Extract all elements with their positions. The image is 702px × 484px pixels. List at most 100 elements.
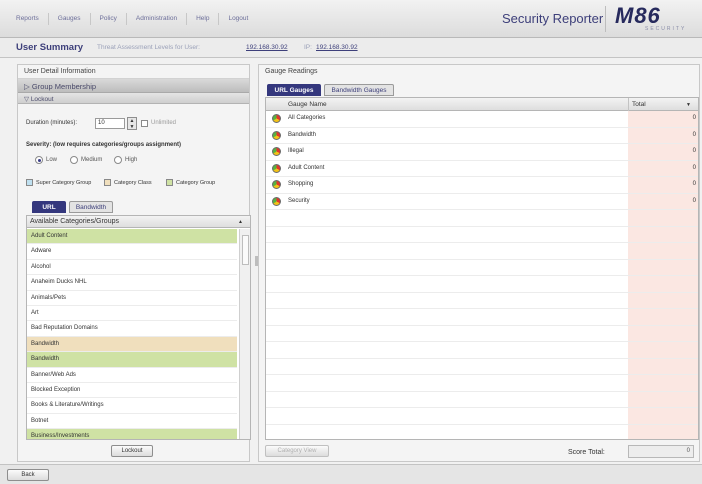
categories-header-label: Available Categories/Groups <box>30 218 119 225</box>
severity-high-radio[interactable] <box>114 156 122 164</box>
unlimited-checkbox[interactable] <box>141 120 148 127</box>
nav-reports[interactable]: Reports <box>10 12 45 25</box>
lockout-bar[interactable]: ▽ Lockout <box>18 93 249 104</box>
ip-label: IP: <box>304 44 312 51</box>
sort-down-icon[interactable]: ▼ <box>686 102 691 108</box>
empty-row <box>266 326 698 342</box>
spin-down-icon[interactable]: ▼ <box>128 124 136 130</box>
score-total-label: Score Total: <box>568 449 605 456</box>
category-list-item[interactable]: Adult Content <box>27 229 237 245</box>
duration-input[interactable]: 10 <box>95 118 125 129</box>
nav-separator <box>218 12 220 25</box>
duration-spinner[interactable]: ▲ ▼ <box>127 117 137 130</box>
category-list-item[interactable]: Botnet <box>27 414 237 430</box>
category-list-item[interactable]: Bandwidth <box>27 352 237 368</box>
nav-help[interactable]: Help <box>190 12 215 25</box>
gauge-name: Adult Content <box>288 164 325 171</box>
gauge-icon <box>272 180 281 189</box>
category-list-item[interactable]: Business/Investments <box>27 429 237 439</box>
nav-separator <box>89 12 91 25</box>
col-total[interactable]: Total <box>632 101 646 108</box>
scrollbar-thumb[interactable] <box>242 235 249 265</box>
gauge-icon <box>272 196 281 206</box>
empty-row <box>266 375 698 392</box>
unlimited-label: Unlimited <box>151 120 177 126</box>
category-list-item[interactable]: Banner/Web Ads <box>27 368 237 383</box>
severity-low-radio[interactable] <box>35 156 43 164</box>
categories-list-header[interactable]: Available Categories/Groups ▲ <box>27 216 250 228</box>
nav-policy[interactable]: Policy <box>94 12 123 25</box>
category-list-item[interactable]: Bandwidth <box>27 336 237 353</box>
top-bar: Reports Gauges Policy Administration Hel… <box>0 0 702 38</box>
lockout-label: Lockout <box>30 96 54 103</box>
super-category-legend: Super Category Group <box>36 180 92 186</box>
categories-scrollbar[interactable] <box>239 229 250 439</box>
empty-row <box>266 392 698 408</box>
gauge-icon <box>272 114 281 123</box>
category-list-item[interactable]: Animals/Pets <box>27 291 237 306</box>
back-button[interactable]: Back <box>7 469 49 481</box>
category-list-item[interactable]: Alcohol <box>27 260 237 276</box>
category-view-button[interactable]: Category View <box>265 445 329 457</box>
logo-mark: M86 <box>615 3 661 28</box>
gauge-total: 0 <box>692 197 696 204</box>
empty-row <box>266 309 698 326</box>
main-nav: Reports Gauges Policy Administration Hel… <box>10 12 254 25</box>
group-membership-bar[interactable]: ▷ Group Membership <box>18 79 249 93</box>
gauge-rows: All Categories 0 Bandwidth 0 Illegal 0 Adult C… <box>266 111 698 439</box>
nav-gauges[interactable]: Gauges <box>52 12 87 25</box>
gauge-table: Gauge Name Total ▼ All Categories 0 Bandwi… <box>265 97 699 440</box>
category-class-swatch <box>104 179 111 186</box>
category-list-item[interactable]: Art <box>27 306 237 322</box>
category-list-item[interactable]: Blocked Exception <box>27 383 237 399</box>
user-detail-header: User Detail Information <box>18 65 249 79</box>
gauge-total: 0 <box>692 115 696 121</box>
gauge-name: Security <box>288 197 310 204</box>
duration-label: Duration (minutes): <box>26 120 78 126</box>
gauge-name: All Categories <box>288 115 326 121</box>
severity-medium-label: Medium <box>81 157 103 163</box>
group-membership-label: Group Membership <box>31 82 97 91</box>
category-list-item[interactable]: Adware <box>27 244 237 260</box>
gauge-row[interactable]: All Categories 0 <box>266 111 698 128</box>
severity-medium-radio[interactable] <box>70 156 78 164</box>
nav-administration[interactable]: Administration <box>130 12 183 25</box>
user-detail-panel: User Detail Information ▷ Group Membersh… <box>17 64 251 462</box>
empty-row <box>266 276 698 293</box>
category-class-legend: Category Class <box>114 180 152 186</box>
category-list-item[interactable]: Anaheim Ducks NHL <box>27 275 237 291</box>
gauge-row[interactable]: Bandwidth 0 <box>266 128 698 144</box>
gauge-icon <box>272 147 281 156</box>
empty-row <box>266 359 698 375</box>
product-name: Security Reporter <box>502 11 604 26</box>
tab-bandwidth-gauges[interactable]: Bandwidth Gauges <box>324 84 394 96</box>
tab-url[interactable]: URL <box>32 201 66 213</box>
empty-row <box>266 260 698 276</box>
tab-url-gauges[interactable]: URL Gauges <box>267 84 321 96</box>
ip-link[interactable]: 192.168.30.92 <box>316 44 358 51</box>
nav-separator <box>186 12 188 25</box>
gauge-name: Illegal <box>288 148 304 154</box>
expand-arrow-icon: ▷ <box>24 82 32 91</box>
threat-subtitle: Threat Assessment Levels for User: <box>97 44 200 51</box>
category-list-item[interactable]: Books & Literature/Writings <box>27 398 237 414</box>
category-list-item[interactable]: Bad Reputation Domains <box>27 321 237 337</box>
title-row: User Summary Threat Assessment Levels fo… <box>0 38 702 58</box>
nav-logout[interactable]: Logout <box>222 12 254 25</box>
empty-row <box>266 293 698 309</box>
gauge-icon <box>272 163 281 173</box>
gauge-row[interactable]: Security 0 <box>266 194 698 210</box>
user-ip-link[interactable]: 192.168.30.92 <box>246 44 288 51</box>
gauge-total: 0 <box>692 148 696 154</box>
gauge-row[interactable]: Shopping 0 <box>266 177 698 194</box>
severity-low-label: Low <box>46 157 58 163</box>
logo-divider <box>605 6 606 32</box>
nav-separator <box>47 12 49 25</box>
tab-bandwidth[interactable]: Bandwidth <box>69 201 113 213</box>
severity-label: Severity: (low requires categories/group… <box>26 142 182 148</box>
lockout-button[interactable]: Lockout <box>111 445 153 457</box>
col-gauge-name[interactable]: Gauge Name <box>288 101 327 108</box>
gauge-row[interactable]: Illegal 0 <box>266 144 698 161</box>
sort-arrow-icon[interactable]: ▲ <box>238 219 243 225</box>
gauge-row[interactable]: Adult Content 0 <box>266 161 698 177</box>
